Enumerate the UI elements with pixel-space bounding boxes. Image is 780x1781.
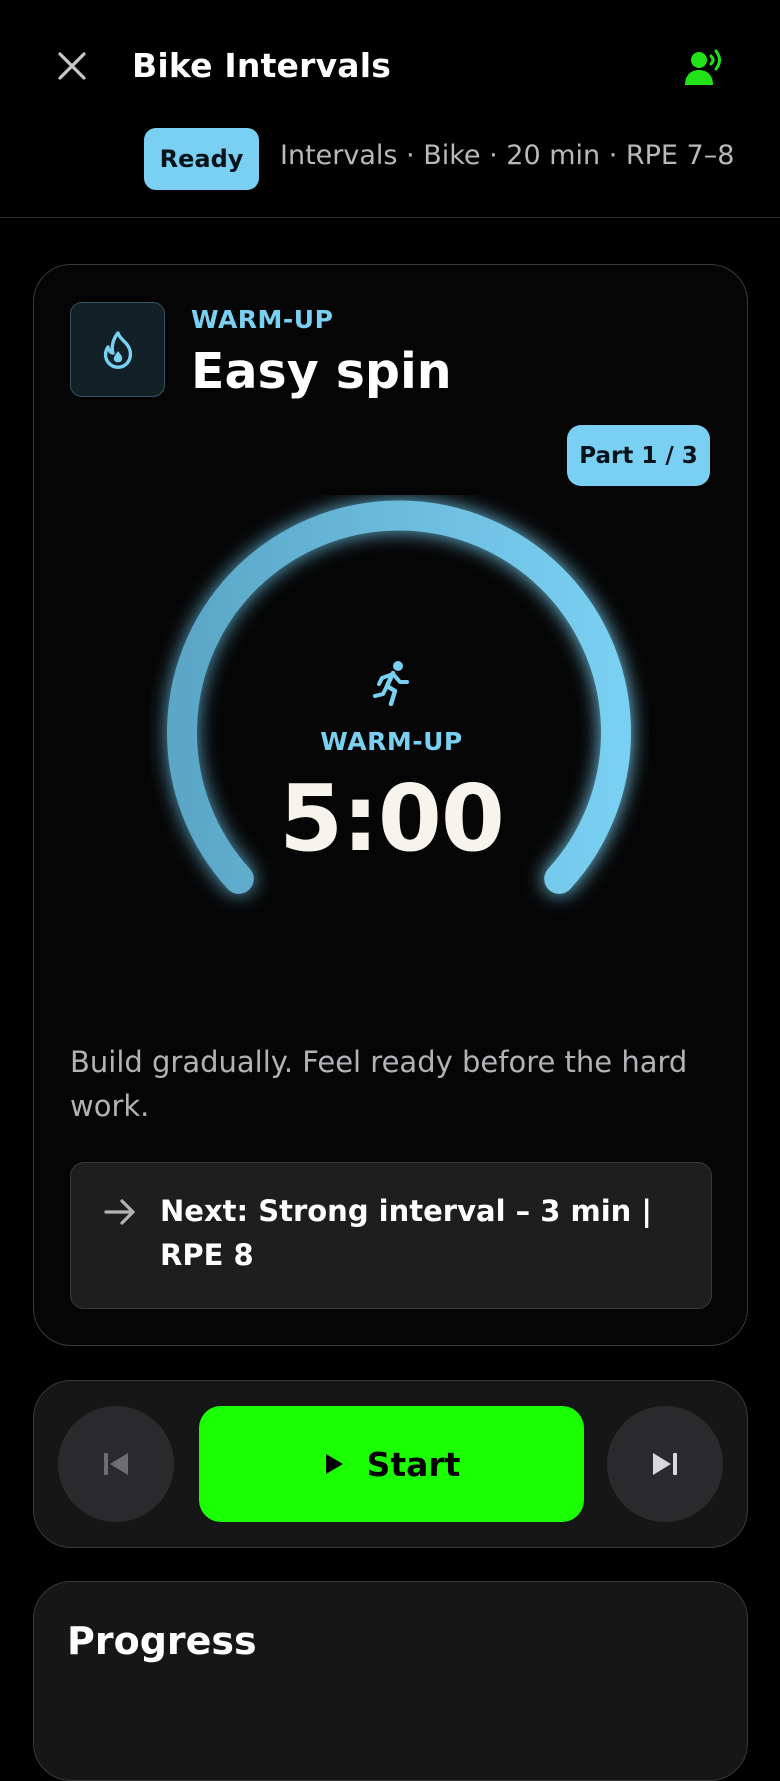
previous-phase-button[interactable] <box>58 1406 174 1522</box>
flame-icon <box>103 330 132 369</box>
part-badge: Part 1 / 3 <box>567 425 710 486</box>
next-phase-text: Next: Strong interval – 3 min | RPE 8 <box>160 1194 652 1272</box>
phase-label: WARM-UP <box>191 305 334 334</box>
playback-controls: Start <box>33 1380 748 1548</box>
close-button[interactable] <box>50 44 94 88</box>
header: Bike Intervals Ready Intervals · Bike · … <box>0 0 780 218</box>
voice-coach-button[interactable] <box>680 42 730 92</box>
status-badge: Ready <box>144 128 259 190</box>
progress-title: Progress <box>67 1619 257 1663</box>
voice-coach-icon <box>685 49 721 85</box>
timer-readout: 5:00 <box>279 765 505 872</box>
next-phase-button[interactable] <box>607 1406 723 1522</box>
phase-name: Easy spin <box>191 343 452 400</box>
close-icon <box>58 52 86 80</box>
arrow-right-icon <box>104 1199 135 1225</box>
workout-title: Bike Intervals <box>132 46 392 85</box>
skip-next-icon <box>653 1453 677 1475</box>
current-phase-card: WARM-UP Easy spin Part 1 / 3 WARM-UP 5:0… <box>33 264 748 1346</box>
skip-previous-icon <box>104 1453 128 1475</box>
play-icon <box>325 1454 343 1474</box>
runner-icon <box>373 661 409 706</box>
workout-meta: Intervals · Bike · 20 min · RPE 7–8 <box>280 140 735 171</box>
progress-card: Progress <box>33 1581 748 1781</box>
phase-icon-tile <box>70 302 165 397</box>
phase-description: Build gradually. Feel ready before the h… <box>70 1045 688 1123</box>
start-label: Start <box>366 1444 461 1484</box>
next-phase-box: Next: Strong interval – 3 min | RPE 8 <box>70 1162 712 1309</box>
start-button[interactable]: Start <box>199 1406 584 1522</box>
gauge-phase-label: WARM-UP <box>320 727 463 756</box>
